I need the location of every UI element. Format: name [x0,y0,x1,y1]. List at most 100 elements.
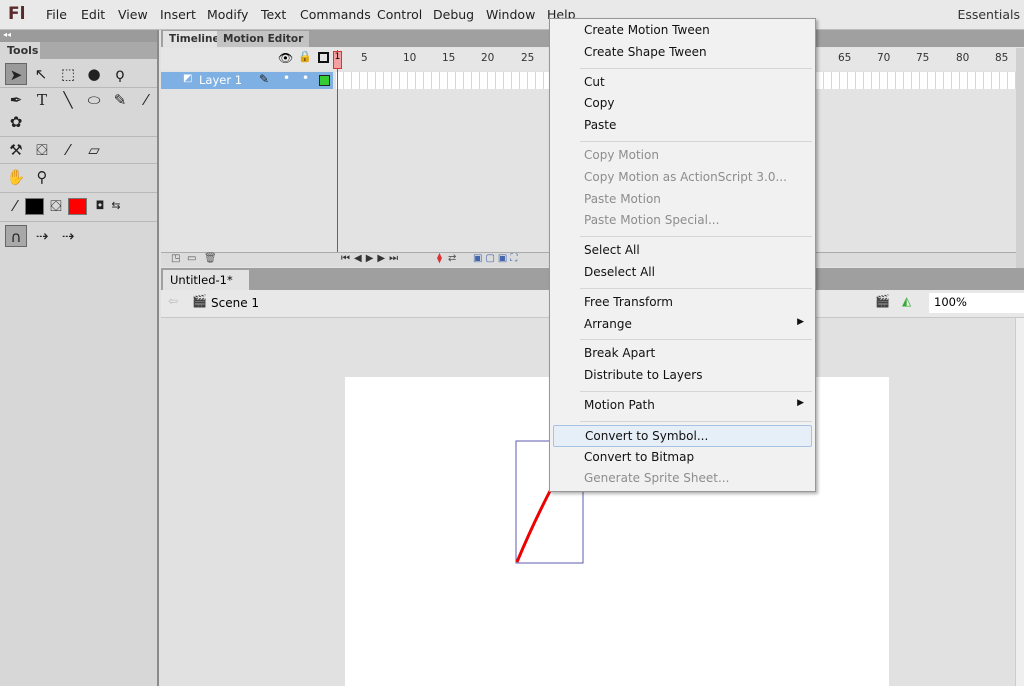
menu-item-label: Distribute to Layers [584,368,703,383]
snap-to-objects-icon[interactable]: ∩ [5,225,27,247]
subselection-tool-icon[interactable]: ↖ [30,63,52,85]
context-item-cut[interactable]: Cut [553,72,812,94]
context-item-convert-to-bitmap[interactable]: Convert to Bitmap [553,447,812,469]
pen-tool-icon[interactable]: ✒ [5,89,27,111]
outline-icon[interactable] [318,52,329,63]
document-tab[interactable]: Untitled-1* × [163,270,249,301]
menu-item-label: Copy Motion as ActionScript 3.0... [584,169,787,184]
workspace-switcher[interactable]: Essentials [957,7,1020,22]
eyedropper-tool-icon[interactable]: ⁄ [57,139,79,161]
context-item-create-motion-tween[interactable]: Create Motion Tween [553,20,812,42]
fill-color-swatch[interactable] [68,198,87,215]
loop-icon[interactable]: ⇄ [448,253,456,264]
back-arrow-icon[interactable]: ⇦ [168,294,178,308]
collapse-icon[interactable]: ◂◂ [0,30,157,42]
delete-icon[interactable]: 🗑 [204,253,217,264]
playback-controls-icon[interactable]: ⏮◀▶▶⏭ [341,253,402,264]
layer-row[interactable]: ◩ Layer 1 ✎ • • [161,71,333,89]
menu-control[interactable]: Control [377,7,422,22]
tab-bar [40,42,157,59]
free-transform-tool-icon[interactable]: ⬚ [57,63,79,85]
frame-number: 75 [916,52,930,64]
eraser-tool-icon[interactable]: ▱ [83,139,105,161]
lock-icon[interactable]: 🔒 [298,50,312,63]
swap-colors-icon[interactable]: ⇆ [105,195,127,217]
deco-tool-icon[interactable]: ✿ [5,111,27,133]
submenu-arrow-icon: ▶ [797,316,804,327]
hand-tool-icon[interactable]: ✋ [5,166,27,188]
lasso-tool-icon[interactable]: ϙ [109,63,131,85]
menu-modify[interactable]: Modify [207,7,248,22]
selection-tool-icon[interactable]: ➤ [5,63,27,85]
context-item-deselect-all[interactable]: Deselect All [553,262,812,284]
menu-item-label: Break Apart [584,346,656,361]
paint-bucket-tool-icon[interactable]: ⛋ [31,139,53,161]
frame-number: 5 [361,52,368,64]
context-item-free-transform[interactable]: Free Transform [553,292,812,314]
center-frame-icon[interactable]: ⧫ [437,253,442,264]
context-item-create-shape-tween[interactable]: Create Shape Tween [553,42,812,64]
context-item-motion-path[interactable]: Motion Path ▶ [553,395,812,417]
menu-insert[interactable]: Insert [160,7,196,22]
new-folder-icon[interactable]: ▭ [187,253,196,264]
menu-separator [580,420,812,422]
new-layer-icon[interactable]: ◳ [171,253,180,264]
playhead[interactable] [337,50,338,266]
frame-number: 15 [442,52,456,64]
context-item-copy-motion: Copy Motion [553,145,812,167]
menu-separator [580,236,812,238]
zoom-tool-icon[interactable]: ⚲ [31,166,53,188]
edit-symbols-icon[interactable]: ◭ [902,294,911,308]
timeline-scrollbar[interactable] [1016,48,1024,268]
bone-tool-icon[interactable]: ⚒ [5,139,27,161]
onion-skin-icon[interactable]: ▣▢▣⛶ [473,253,520,264]
menu-text[interactable]: Text [261,7,286,22]
stroke-color-swatch[interactable] [25,198,44,215]
menu-commands[interactable]: Commands [300,7,371,22]
menu-edit[interactable]: Edit [81,7,105,22]
straighten-icon[interactable]: ⇢ [57,225,79,247]
menu-file[interactable]: File [46,7,67,22]
scene-icon: 🎬 [192,294,207,308]
frame-number: 25 [521,52,535,64]
frame-number: 20 [481,52,495,64]
context-item-paste[interactable]: Paste [553,115,812,137]
context-item-arrange[interactable]: Arrange ▶ [553,314,812,336]
menu-separator [580,391,812,392]
menu-window[interactable]: Window [486,7,535,22]
zoom-select[interactable]: 100% [929,293,1024,313]
menu-separator [580,339,812,341]
stage-scrollbar[interactable] [1015,318,1024,686]
pencil-tool-icon[interactable]: ✎ [109,89,131,111]
eye-icon[interactable]: 👁 [278,51,293,65]
playhead-marker[interactable]: 1 [333,51,342,69]
line-tool-icon[interactable]: ╲ [57,89,79,111]
3d-rotation-tool-icon[interactable]: ● [83,63,105,85]
frame-number: 80 [956,52,970,64]
menu-item-label: Create Shape Tween [584,44,707,59]
frame-number: 10 [403,52,417,64]
menu-item-label: Copy Motion [584,148,659,162]
tools-tab[interactable]: Tools [2,42,40,60]
layer-name[interactable]: Layer 1 [199,73,242,87]
text-tool-icon[interactable]: T [31,89,53,111]
lock-dot[interactable]: • [302,71,309,85]
edit-scene-icon[interactable]: 🎬 [875,294,890,308]
menu-item-label: Free Transform [584,294,673,309]
menu-item-label: Create Motion Tween [584,23,710,37]
context-item-copy[interactable]: Copy [553,93,812,115]
smooth-icon[interactable]: ⇢ [31,225,53,247]
context-item-convert-to-symbol[interactable]: Convert to Symbol... [553,424,812,447]
context-item-paste-motion-special: Paste Motion Special... [553,210,812,232]
brush-tool-icon[interactable]: ⁄ [135,89,157,111]
context-item-distribute-to-layers[interactable]: Distribute to Layers [553,365,812,387]
layer-color-icon[interactable] [319,75,330,86]
menu-item-label: Arrange [584,316,632,331]
tab-motion-editor[interactable]: Motion Editor [217,31,310,47]
menu-debug[interactable]: Debug [433,7,474,22]
context-item-select-all[interactable]: Select All [553,240,812,262]
oval-tool-icon[interactable]: ⬭ [83,89,105,111]
menu-view[interactable]: View [118,7,148,22]
visible-dot[interactable]: • [283,71,290,85]
context-item-break-apart[interactable]: Break Apart [553,343,812,365]
